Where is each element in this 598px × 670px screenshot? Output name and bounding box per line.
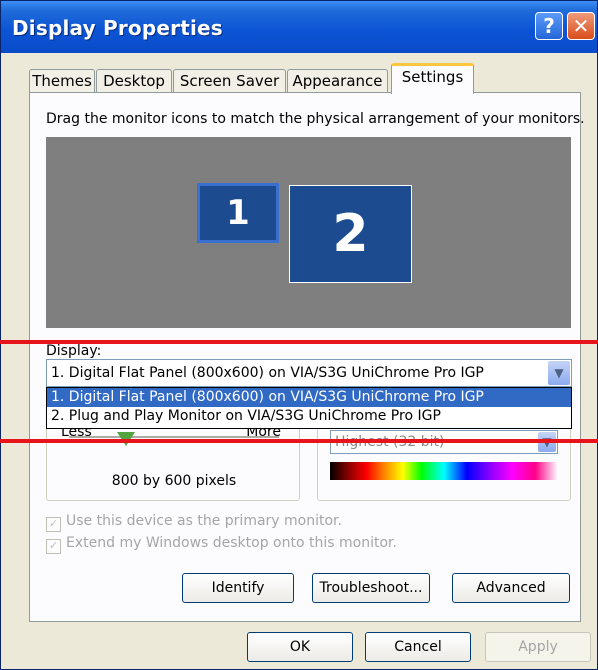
monitor-arrangement-area: 1 2	[46, 137, 571, 328]
annotation-line-top	[0, 340, 598, 344]
display-properties-window: Display Properties ? ✕ Themes Desktop Sc…	[0, 0, 598, 670]
checkmark-icon: ✓	[46, 539, 61, 554]
monitor-1-icon[interactable]: 1	[197, 183, 279, 243]
tab-appearance[interactable]: Appearance	[287, 69, 388, 93]
annotation-line-bottom	[0, 439, 598, 443]
apply-button[interactable]: Apply	[485, 632, 591, 662]
display-select[interactable]: 1. Digital Flat Panel (800x600) on VIA/S…	[46, 359, 572, 387]
advanced-button[interactable]: Advanced	[452, 573, 570, 603]
color-spectrum-bar	[330, 462, 558, 480]
resolution-slider-track[interactable]	[69, 436, 279, 438]
ok-button[interactable]: OK	[247, 632, 353, 662]
question-mark-icon: ?	[543, 14, 555, 38]
display-option-1[interactable]: 1. Digital Flat Panel (800x600) on VIA/S…	[47, 388, 571, 407]
resolution-value: 800 by 600 pixels	[111, 473, 237, 489]
chevron-down-icon[interactable]: ▼	[548, 361, 570, 385]
help-button[interactable]: ?	[535, 12, 563, 40]
settings-panel: Drag the monitor icons to match the phys…	[29, 92, 585, 622]
tab-desktop[interactable]: Desktop	[96, 69, 172, 93]
extend-desktop-label: Extend my Windows desktop onto this moni…	[66, 535, 397, 551]
identify-button[interactable]: Identify	[182, 573, 294, 603]
monitor-2-icon[interactable]: 2	[289, 185, 412, 283]
close-icon: ✕	[572, 14, 590, 38]
primary-monitor-checkbox[interactable]: ✓ Use this device as the primary monitor.	[46, 513, 342, 532]
tab-settings[interactable]: Settings	[391, 63, 474, 94]
title-bar[interactable]: Display Properties ? ✕	[1, 1, 597, 53]
window-title: Display Properties	[12, 16, 223, 40]
cancel-button[interactable]: Cancel	[365, 632, 471, 662]
display-option-2[interactable]: 2. Plug and Play Monitor on VIA/S3G UniC…	[47, 407, 571, 426]
tab-screen-saver[interactable]: Screen Saver	[173, 69, 286, 93]
troubleshoot-button[interactable]: Troubleshoot...	[312, 573, 430, 603]
checkmark-icon: ✓	[46, 517, 61, 532]
close-button[interactable]: ✕	[567, 12, 595, 40]
extend-desktop-checkbox[interactable]: ✓ Extend my Windows desktop onto this mon…	[46, 535, 397, 554]
display-label: Display:	[46, 343, 102, 359]
primary-monitor-label: Use this device as the primary monitor.	[66, 513, 342, 529]
tab-themes[interactable]: Themes	[29, 69, 95, 93]
display-dropdown-list: 1. Digital Flat Panel (800x600) on VIA/S…	[46, 387, 572, 429]
instruction-text: Drag the monitor icons to match the phys…	[46, 111, 585, 127]
display-select-value: 1. Digital Flat Panel (800x600) on VIA/S…	[51, 365, 484, 381]
